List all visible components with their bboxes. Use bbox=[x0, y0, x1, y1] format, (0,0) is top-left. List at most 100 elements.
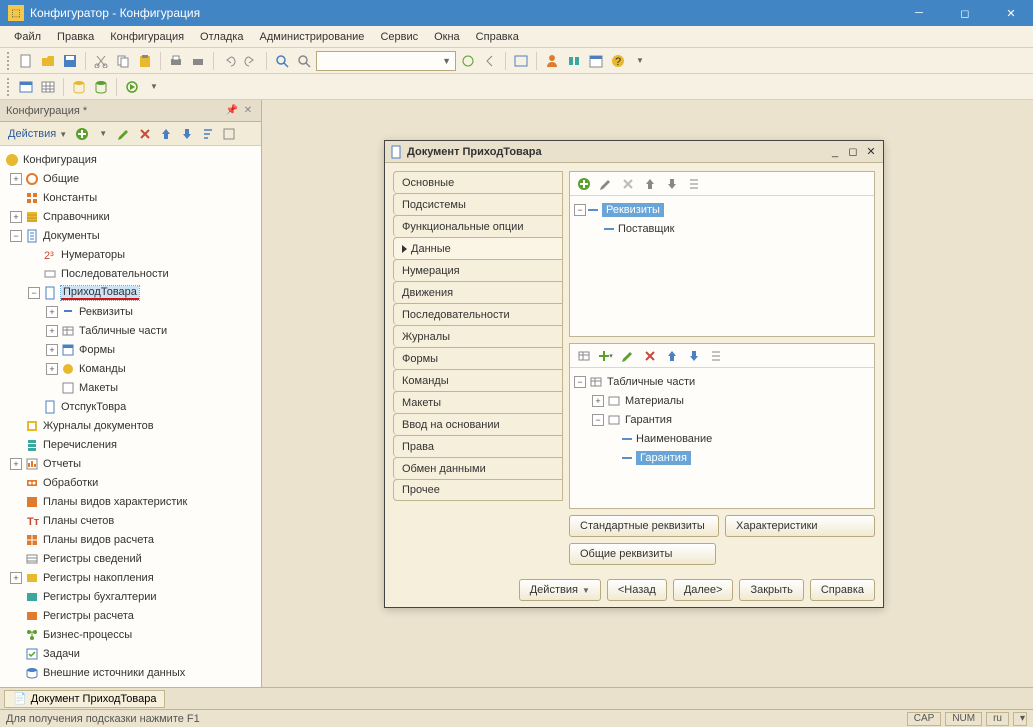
tab-layouts[interactable]: Макеты bbox=[393, 391, 563, 413]
delete-button[interactable] bbox=[618, 174, 638, 194]
tree-item[interactable]: Документы bbox=[43, 230, 100, 242]
tree-item[interactable]: Регистры бухгалтерии bbox=[43, 591, 157, 603]
status-dropdown[interactable]: ▾ bbox=[1013, 712, 1027, 726]
calendar-button[interactable] bbox=[586, 51, 606, 71]
refresh-button[interactable] bbox=[458, 51, 478, 71]
paste-button[interactable] bbox=[135, 51, 155, 71]
tab-inputbasis[interactable]: Ввод на основании bbox=[393, 413, 563, 435]
collapse-icon[interactable]: − bbox=[574, 376, 586, 388]
expand-icon[interactable]: + bbox=[46, 363, 58, 375]
tab-subsystems[interactable]: Подсистемы bbox=[393, 193, 563, 215]
tab-journals[interactable]: Журналы bbox=[393, 325, 563, 347]
print-preview-button[interactable] bbox=[188, 51, 208, 71]
menu-debug[interactable]: Отладка bbox=[192, 28, 251, 46]
tab-exchange[interactable]: Обмен данными bbox=[393, 457, 563, 479]
add-button[interactable]: ▾ bbox=[596, 346, 616, 366]
tree-item[interactable]: Бизнес-процессы bbox=[43, 629, 132, 641]
down-button[interactable] bbox=[177, 124, 197, 144]
characteristics-button[interactable]: Характеристики bbox=[725, 515, 875, 537]
tree-item[interactable]: Реквизиты bbox=[79, 306, 133, 318]
tree-item[interactable]: Гарантия bbox=[625, 414, 672, 426]
search-combo[interactable]: ▼ bbox=[316, 51, 456, 71]
update-db-button[interactable] bbox=[91, 77, 111, 97]
actions-button[interactable]: Действия▼ bbox=[519, 579, 601, 601]
form-button[interactable] bbox=[16, 77, 36, 97]
sort-button[interactable] bbox=[198, 124, 218, 144]
help-button[interactable]: Справка bbox=[810, 579, 875, 601]
tab-forms[interactable]: Формы bbox=[393, 347, 563, 369]
docwin-close[interactable]: ✕ bbox=[863, 145, 879, 159]
window-button[interactable] bbox=[511, 51, 531, 71]
tree-item[interactable]: Регистры сведений bbox=[43, 553, 142, 565]
run-dropdown[interactable]: ▼ bbox=[144, 77, 164, 97]
docwin-titlebar[interactable]: Документ ПриходТовара _ ◻ ✕ bbox=[385, 141, 883, 163]
tree-item[interactable]: Задачи bbox=[43, 648, 80, 660]
tree-item[interactable]: Журналы документов bbox=[43, 420, 154, 432]
tree-item[interactable]: Справочники bbox=[43, 211, 110, 223]
expand-icon[interactable]: + bbox=[10, 211, 22, 223]
collapse-icon[interactable]: − bbox=[574, 204, 586, 216]
add-button[interactable] bbox=[72, 124, 92, 144]
menu-config[interactable]: Конфигурация bbox=[102, 28, 192, 46]
tree-item[interactable]: Наименование bbox=[636, 433, 712, 445]
zoom-button[interactable] bbox=[294, 51, 314, 71]
table-button[interactable] bbox=[574, 346, 594, 366]
tree-item[interactable]: Нумераторы bbox=[61, 249, 125, 261]
expand-icon[interactable]: + bbox=[46, 325, 58, 337]
run-button[interactable] bbox=[122, 77, 142, 97]
compare-button[interactable] bbox=[564, 51, 584, 71]
up-button[interactable] bbox=[156, 124, 176, 144]
tree-item[interactable]: ОтспукТовра bbox=[61, 401, 126, 413]
tab-numeration[interactable]: Нумерация bbox=[393, 259, 563, 281]
edit-button[interactable] bbox=[618, 346, 638, 366]
close-button[interactable]: Закрыть bbox=[739, 579, 803, 601]
tab-funcoptions[interactable]: Функциональные опции bbox=[393, 215, 563, 237]
find-button[interactable] bbox=[272, 51, 292, 71]
tab-sequences[interactable]: Последовательности bbox=[393, 303, 563, 325]
expand-icon[interactable]: + bbox=[592, 395, 604, 407]
taskbar-item[interactable]: 📄Документ ПриходТовара bbox=[4, 690, 165, 708]
tree-item[interactable]: Общие bbox=[43, 173, 79, 185]
tree-item[interactable]: Планы видов характеристик bbox=[43, 496, 187, 508]
menu-file[interactable]: Файл bbox=[6, 28, 49, 46]
actions-dropdown[interactable]: Действия ▼ bbox=[4, 128, 71, 140]
collapse-icon[interactable]: − bbox=[28, 287, 40, 299]
docwin-minimize[interactable]: _ bbox=[827, 145, 843, 159]
collapse-icon[interactable]: − bbox=[592, 414, 604, 426]
edit-button[interactable] bbox=[596, 174, 616, 194]
cut-button[interactable] bbox=[91, 51, 111, 71]
menu-edit[interactable]: Правка bbox=[49, 28, 102, 46]
expand-icon[interactable]: + bbox=[46, 344, 58, 356]
print-button[interactable] bbox=[166, 51, 186, 71]
tree-item[interactable]: Команды bbox=[79, 363, 126, 375]
up-button[interactable] bbox=[662, 346, 682, 366]
tree-item[interactable]: Обработки bbox=[43, 477, 98, 489]
menu-windows[interactable]: Окна bbox=[426, 28, 468, 46]
dropdown-button[interactable]: ▼ bbox=[630, 51, 650, 71]
tab-other[interactable]: Прочее bbox=[393, 479, 563, 501]
nav-back-button[interactable] bbox=[480, 51, 500, 71]
maximize-button[interactable]: ◻ bbox=[951, 3, 979, 23]
config-tree[interactable]: Конфигурация + Общие Константы + Справочни… bbox=[0, 146, 261, 687]
add-dropdown[interactable]: ▼ bbox=[93, 124, 113, 144]
tree-item-selected[interactable]: ПриходТовара bbox=[61, 286, 139, 300]
tabular-tree[interactable]: − Табличные части + Материалы − Гарантия На… bbox=[570, 368, 874, 508]
tree-item[interactable]: Последовательности bbox=[61, 268, 169, 280]
undo-button[interactable] bbox=[219, 51, 239, 71]
tab-main[interactable]: Основные bbox=[393, 171, 563, 193]
tree-item[interactable]: Табличные части bbox=[79, 325, 167, 337]
down-button[interactable] bbox=[684, 346, 704, 366]
status-lang[interactable]: ru bbox=[986, 712, 1009, 726]
copy-button[interactable] bbox=[113, 51, 133, 71]
tree-root[interactable]: Реквизиты bbox=[602, 203, 664, 217]
delete-button[interactable] bbox=[135, 124, 155, 144]
collapse-icon[interactable]: − bbox=[10, 230, 22, 242]
tree-root[interactable]: Конфигурация bbox=[23, 154, 97, 166]
tree-root[interactable]: Табличные части bbox=[607, 376, 695, 388]
tab-data[interactable]: Данные bbox=[393, 237, 563, 259]
tree-item[interactable]: Константы bbox=[43, 192, 97, 204]
filter-button[interactable] bbox=[219, 124, 239, 144]
tree-item[interactable]: Материалы bbox=[625, 395, 684, 407]
expand-icon[interactable]: + bbox=[10, 173, 22, 185]
list-button[interactable] bbox=[684, 174, 704, 194]
